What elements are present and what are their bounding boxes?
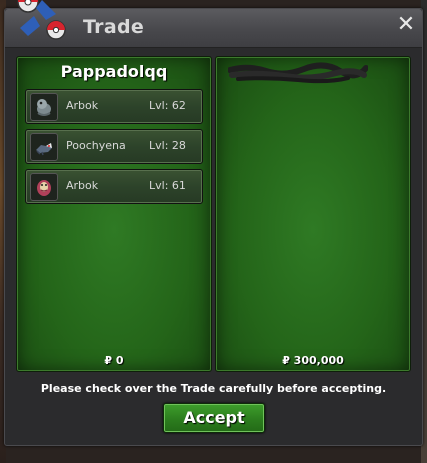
poochyena-icon	[30, 133, 58, 161]
pokemon-level: Lvl: 62	[149, 99, 186, 112]
window-title: Trade	[83, 16, 145, 38]
left-trainer-name: Pappadolqq	[60, 62, 168, 81]
right-trade-panel: ₽ 300,000	[215, 56, 411, 372]
pokemon-slot-2[interactable]: Poochyena Lvl: 28	[25, 129, 203, 164]
arbok-shiny-icon	[30, 93, 58, 121]
accept-button[interactable]: Accept	[163, 403, 265, 433]
trade-notice: Please check over the Trade carefully be…	[40, 382, 387, 395]
pokemon-slot-1[interactable]: Arbok Lvl: 62	[25, 89, 203, 124]
left-trade-panel: Pappadolqq Arbok Lvl: 62 Poochyena Lvl: …	[16, 56, 212, 372]
pokemon-name: Arbok	[66, 99, 99, 112]
arbok-icon	[30, 173, 58, 201]
pokemon-name: Arbok	[66, 179, 99, 192]
close-icon[interactable]: ✕	[396, 14, 416, 36]
left-pokemon-list: Arbok Lvl: 62 Poochyena Lvl: 28 Arbok Lv…	[25, 89, 203, 209]
pokeball-logo-icon	[17, 0, 66, 40]
trade-window: Trade ✕ Pappadolqq Arbok Lvl: 62 Poochye…	[4, 8, 423, 446]
pokemon-name: Poochyena	[66, 139, 126, 152]
pokemon-level: Lvl: 28	[149, 139, 186, 152]
right-money-offer: ₽ 300,000	[282, 354, 344, 367]
pokemon-level: Lvl: 61	[149, 179, 186, 192]
redacted-trainer-name	[228, 62, 368, 84]
pokemon-slot-3[interactable]: Arbok Lvl: 61	[25, 169, 203, 204]
left-money-offer: ₽ 0	[104, 354, 124, 367]
